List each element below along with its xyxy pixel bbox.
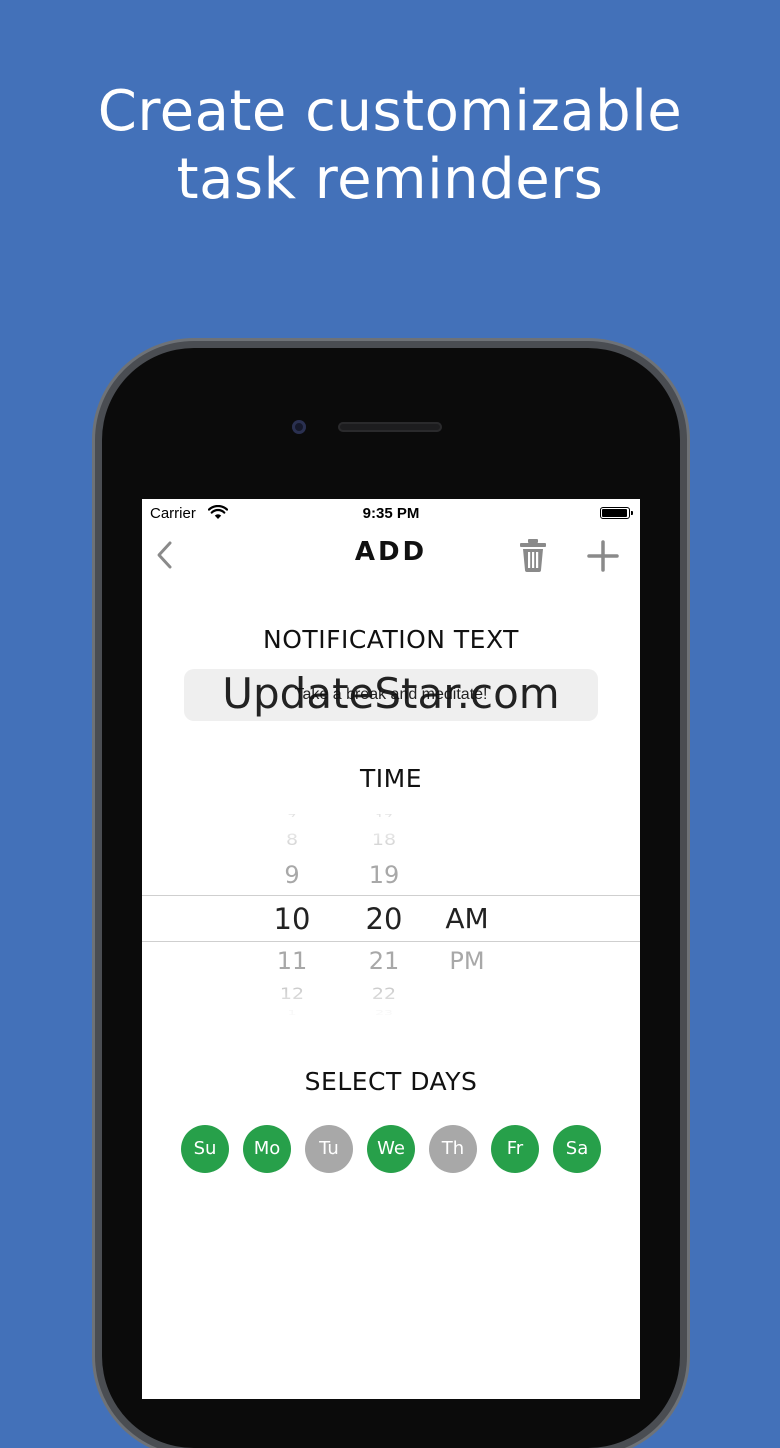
day-toggle-sunday[interactable]: Su [181,1125,229,1173]
day-toggle-thursday[interactable]: Th [429,1125,477,1173]
minute-option: 23 [375,1009,393,1017]
time-label: TIME [359,764,422,793]
front-camera [292,420,306,434]
hour-option: 8 [285,830,299,850]
delete-button[interactable] [516,537,550,573]
add-button[interactable] [584,537,622,575]
minute-option: 18 [371,830,397,850]
day-toggle-saturday[interactable]: Sa [553,1125,601,1173]
minute-option: 21 [368,947,400,975]
time-picker[interactable]: 7 8 9 10 11 12 1 17 18 19 20 21 22 23 AM… [142,813,640,1023]
select-days-label: SELECT DAYS [304,1067,478,1096]
plus-icon [587,540,619,572]
notification-text-label: NOTIFICATION TEXT [263,625,519,654]
trash-icon [520,539,546,572]
headline: Create customizable task reminders [0,78,780,214]
minute-option: 17 [375,813,393,821]
navigation-bar: ADD [142,529,640,579]
status-bar: Carrier 9:35 PM [142,499,640,527]
minute-option: 19 [368,861,400,889]
hour-wheel[interactable]: 7 8 9 10 11 12 1 [262,813,322,1023]
hour-option: 9 [284,861,300,889]
hour-option: 11 [276,947,308,975]
hour-option: 12 [279,984,305,1004]
battery-icon [600,507,633,519]
minute-option-selected: 20 [365,902,403,936]
earpiece-speaker [338,422,442,432]
page-title: ADD [354,537,428,567]
minute-option: 22 [371,984,397,1004]
app-screen: Carrier 9:35 PM ADD NOTIFICATION TEXT Ta… [142,499,640,1399]
minute-wheel[interactable]: 17 18 19 20 21 22 23 [354,813,414,1023]
period-option: PM [449,947,485,975]
hour-option: 1 [287,1009,297,1017]
day-toggle-tuesday[interactable]: Tu [305,1125,353,1173]
day-toggle-friday[interactable]: Fr [491,1125,539,1173]
headline-line-1: Create customizable [97,79,683,144]
hour-option-selected: 10 [273,902,311,936]
day-toggle-wednesday[interactable]: We [367,1125,415,1173]
am-pm-wheel[interactable]: AM PM [432,817,502,1023]
status-time: 9:35 PM [362,505,420,522]
period-option-selected: AM [445,902,489,935]
headline-line-2: task reminders [176,147,604,212]
notification-text-field[interactable] [184,669,598,721]
day-selector: Su Mo Tu We Th Fr Sa [181,1125,601,1173]
day-toggle-monday[interactable]: Mo [243,1125,291,1173]
hour-option: 7 [287,813,297,821]
